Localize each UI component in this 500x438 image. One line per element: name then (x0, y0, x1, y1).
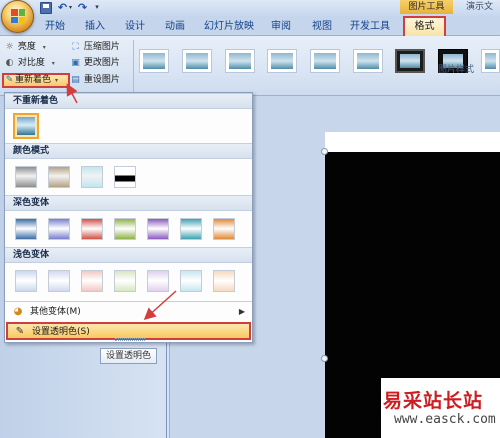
swatch-light-variation[interactable] (15, 270, 37, 292)
picture-styles-group-label: 图片样式 (438, 65, 475, 75)
swatch-light-variation[interactable] (81, 270, 103, 292)
swatch-dark-variation[interactable] (81, 218, 103, 240)
swatch-light-variation[interactable] (48, 270, 70, 292)
selection-handle[interactable] (321, 148, 328, 155)
compress-label: 压缩图片 (83, 42, 120, 52)
chevron-down-icon: ▾ (42, 44, 46, 51)
recolor-button[interactable]: ✎ 重新着色 ▾ (2, 73, 70, 88)
section-header-light-variations: 浅色变体 (5, 247, 252, 263)
sun-icon: ☼ (5, 42, 14, 52)
swatch-light-variation[interactable] (213, 270, 235, 292)
swatch-no-recolor[interactable] (13, 113, 39, 139)
palette-icon: ◕ (13, 306, 23, 317)
section-header-color-modes: 颜色模式 (5, 143, 252, 159)
contrast-label: 对比度 (17, 58, 45, 68)
watermark-url: www.easck.com (394, 412, 496, 427)
tab-format[interactable]: 格式 (403, 16, 446, 37)
redo-icon[interactable]: ↷ (76, 1, 89, 14)
swatch-color-mode[interactable] (15, 166, 37, 188)
swatch-light-variation[interactable] (114, 270, 136, 292)
tab-insert[interactable]: 插入 (84, 18, 106, 35)
tab-view[interactable]: 视图 (311, 18, 333, 35)
compress-icon: ⛶ (72, 42, 79, 52)
tooltip: 设置透明色 (100, 348, 158, 364)
swatch-dark-variation[interactable] (15, 218, 37, 240)
recolor-dropdown-menu: 不重新着色 颜色模式 深色变体 浅色变体 ◕ 其他变体(M) ▶ ✎ 设置透明色… (4, 92, 253, 343)
swatch-light-variation[interactable] (180, 270, 202, 292)
customize-quick-access-icon[interactable]: ▾ (93, 1, 101, 14)
swatch-dark-variation[interactable] (180, 218, 202, 240)
swatch-color-mode[interactable] (48, 166, 70, 188)
ribbon-panel: ☼ 亮度 ▾ ◐ 对比度 ▾ ✎ 重新着色 ▾ ⛶ 压缩图片 ▣ 更改图片 ▤ 重设… (0, 36, 500, 96)
tab-slideshow[interactable]: 幻灯片放映 (204, 18, 254, 35)
picture-style-thumb[interactable] (225, 49, 255, 73)
swatch-no-recolor-image (17, 117, 35, 135)
picture-style-thumb[interactable] (310, 49, 340, 73)
picture-style-thumb[interactable] (481, 49, 500, 73)
swatch-dark-variation[interactable] (147, 218, 169, 240)
change-picture-label: 更改图片 (83, 58, 120, 68)
title-bar: ↶ ▾ ↷ ▾ 图片工具 演示文 (0, 0, 500, 33)
section-header-dark-variations: 深色变体 (5, 195, 252, 211)
chevron-down-icon: ▾ (55, 77, 59, 84)
picture-style-thumb[interactable] (139, 49, 169, 73)
tab-developer[interactable]: 开发工具 (350, 18, 390, 35)
tab-animation[interactable]: 动画 (164, 18, 186, 35)
swatch-color-mode[interactable] (81, 166, 103, 188)
reset-picture-icon: ▤ (71, 75, 80, 85)
picture-tools-context-label: 图片工具 (400, 0, 453, 14)
undo-dropdown-icon[interactable]: ▾ (67, 1, 74, 14)
section-header-no-recolor: 不重新着色 (5, 93, 252, 109)
menu-separator (5, 301, 252, 302)
brightness-button[interactable]: ☼ 亮度 ▾ (4, 40, 50, 54)
compress-pictures-button[interactable]: ⛶ 压缩图片 (70, 40, 120, 54)
office-logo-icon (11, 9, 25, 23)
selection-handle[interactable] (321, 355, 328, 362)
watermark-logo: 易采站长站 (383, 390, 484, 412)
transparent-color-pen-icon: ✎ (15, 326, 25, 337)
recolor-icon: ✎ (5, 75, 14, 85)
ribbon-separator (133, 40, 134, 94)
menu-resize-grip[interactable] (115, 338, 145, 341)
swatch-dark-variation[interactable] (114, 218, 136, 240)
reset-picture-button[interactable]: ▤ 重设图片 (70, 73, 120, 87)
tab-design[interactable]: 设计 (124, 18, 146, 35)
swatch-light-variation[interactable] (147, 270, 169, 292)
more-variations-label: 其他变体(M) (30, 307, 81, 317)
change-picture-button[interactable]: ▣ 更改图片 (70, 56, 120, 70)
slide-canvas-margin (325, 132, 500, 152)
swatch-dark-variation[interactable] (48, 218, 70, 240)
tab-review[interactable]: 审阅 (270, 18, 292, 35)
picture-style-thumb[interactable] (395, 49, 425, 73)
swatch-color-mode[interactable] (114, 166, 136, 188)
menu-item-more-variations[interactable]: ◕ 其他变体(M) ▶ (6, 304, 251, 322)
set-transparent-color-label: 设置透明色(S) (32, 327, 90, 337)
picture-style-thumb[interactable] (182, 49, 212, 73)
chevron-down-icon: ▾ (51, 60, 55, 67)
window-title: 演示文 (466, 2, 494, 12)
picture-style-thumb[interactable] (267, 49, 297, 73)
contrast-button[interactable]: ◐ 对比度 ▾ (4, 56, 59, 70)
tab-home[interactable]: 开始 (44, 18, 66, 35)
brightness-label: 亮度 (17, 42, 36, 52)
picture-style-thumb[interactable] (353, 49, 383, 73)
office-button[interactable] (1, 0, 34, 33)
swatch-dark-variation[interactable] (213, 218, 235, 240)
reset-picture-label: 重设图片 (83, 75, 120, 85)
save-icon[interactable] (40, 2, 52, 14)
change-picture-icon: ▣ (71, 58, 80, 68)
submenu-arrow-icon: ▶ (238, 307, 245, 316)
recolor-label: 重新着色 (15, 75, 52, 85)
contrast-icon: ◐ (5, 58, 14, 68)
